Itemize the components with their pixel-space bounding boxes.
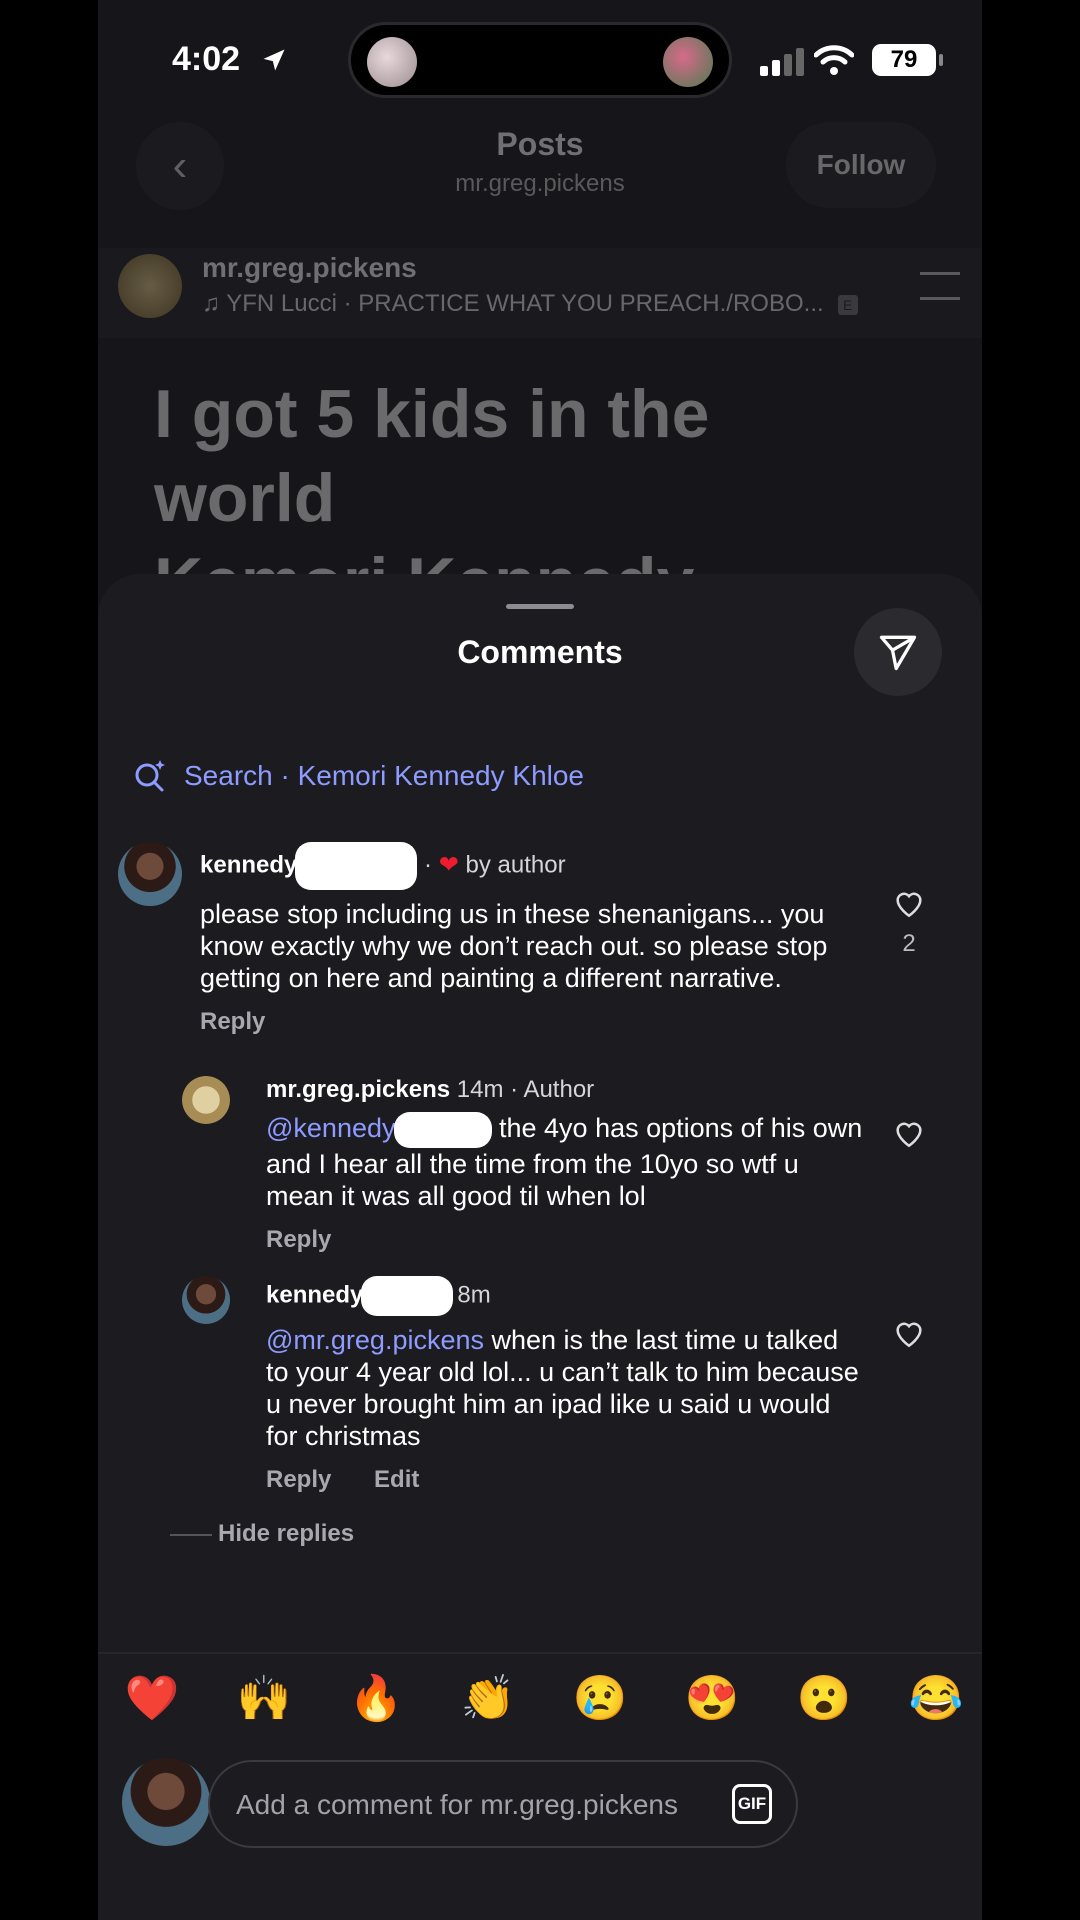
reaction-heart[interactable]: ❤️	[122, 1672, 182, 1724]
commenter-avatar[interactable]	[118, 842, 182, 906]
comments-sheet: Comments Search · Kemori Kennedy Khloe k…	[98, 574, 982, 1920]
reaction-crying[interactable]: 😢	[570, 1672, 630, 1724]
comment-time: 8m	[457, 1281, 491, 1309]
comment-search-link[interactable]: Search · Kemori Kennedy Khloe	[132, 758, 584, 794]
send-icon	[879, 635, 917, 671]
search-query: · Kemori Kennedy Khloe	[280, 760, 585, 791]
comment-time: 14m	[456, 1076, 504, 1103]
post-author-username[interactable]: mr.greg.pickens	[202, 252, 417, 284]
comment-username[interactable]: mr.greg.pickens	[266, 1076, 450, 1103]
comment-text: @kennedy the 4yo has options of his own …	[266, 1112, 866, 1212]
gif-button[interactable]: GIF	[732, 1784, 772, 1824]
like-count: 2	[902, 930, 916, 957]
explicit-badge: E	[837, 294, 858, 315]
reaction-surprised[interactable]: 😮	[794, 1672, 854, 1724]
comment-composer: GIF	[208, 1760, 798, 1848]
comment-username[interactable]: kennedy	[266, 1281, 363, 1308]
post-text-line: world	[154, 460, 336, 536]
composer-avatar	[122, 1758, 210, 1846]
liked-by-author-label: by author	[465, 851, 566, 879]
hide-replies-button[interactable]: Hide replies	[218, 1520, 354, 1548]
comment-actions: Reply	[200, 1008, 860, 1036]
comment-text: @mr.greg.pickens when is the last time u…	[266, 1324, 866, 1452]
menu-icon[interactable]	[920, 272, 960, 300]
comment-header: kennedy 8m	[266, 1276, 866, 1316]
reaction-heart-eyes[interactable]: 😍	[682, 1672, 742, 1724]
heart-filled-icon: ❤	[438, 851, 459, 879]
search-label: Search	[184, 760, 273, 791]
divider	[98, 1652, 982, 1654]
share-button[interactable]	[854, 608, 942, 696]
like-heart-icon[interactable]	[892, 1116, 926, 1150]
mention-link[interactable]: @mr.greg.pickens	[266, 1325, 484, 1355]
sparkle-search-icon	[135, 760, 165, 792]
music-note-icon: ♫	[202, 290, 227, 317]
commenter-avatar[interactable]	[182, 1076, 230, 1124]
post-text-line: I got 5 kids in the	[154, 376, 710, 452]
comment-header: kennedy · ❤ by author	[200, 842, 860, 890]
hide-replies-line	[170, 1534, 212, 1536]
like-heart-icon[interactable]	[892, 1316, 926, 1350]
reaction-bar: ❤️ 🙌 🔥 👏 😢 😍 😮 😂	[122, 1672, 966, 1724]
comment-actions: Reply	[266, 1226, 866, 1254]
edit-button[interactable]: Edit	[374, 1466, 419, 1493]
post-music-label: YFN Lucci · PRACTICE WHAT YOU PREACH./RO…	[226, 290, 824, 317]
comment-header: mr.greg.pickens 14m · Author	[266, 1076, 866, 1104]
post-page-background: ‹ Posts mr.greg.pickens Follow mr.greg.p…	[98, 0, 982, 620]
reply-button[interactable]: Reply	[200, 1008, 265, 1035]
comment-actions: Reply Edit	[266, 1466, 866, 1494]
reaction-raised-hands[interactable]: 🙌	[234, 1672, 294, 1724]
sheet-drag-handle[interactable]	[506, 604, 574, 609]
post-music-row[interactable]: ♫ YFN Lucci · PRACTICE WHAT YOU PREACH./…	[202, 290, 858, 318]
comment-text: please stop including us in these shenan…	[200, 899, 828, 993]
commenter-avatar[interactable]	[182, 1276, 230, 1324]
redaction-mark	[295, 842, 418, 890]
reaction-fire[interactable]: 🔥	[346, 1672, 406, 1724]
phone-screen: 4:02 79 ‹ Posts mr.greg.pickens Follow m…	[98, 0, 982, 1920]
redaction-mark	[393, 1112, 492, 1148]
redaction-mark	[361, 1276, 454, 1316]
comment-username[interactable]: kennedy	[200, 851, 297, 878]
comment-input[interactable]	[234, 1762, 718, 1848]
reaction-clap[interactable]: 👏	[458, 1672, 518, 1724]
reply-button[interactable]: Reply	[266, 1466, 331, 1493]
post-header: mr.greg.pickens ♫ YFN Lucci · PRACTICE W…	[98, 248, 982, 338]
reply-button[interactable]: Reply	[266, 1226, 331, 1253]
comments-title: Comments	[457, 634, 623, 670]
reaction-laughing[interactable]: 😂	[906, 1672, 966, 1724]
mention-link[interactable]: @kennedy	[266, 1113, 396, 1143]
like-heart-icon[interactable]	[892, 886, 926, 920]
post-author-avatar[interactable]	[118, 254, 182, 318]
meta-separator: ·	[424, 851, 433, 879]
follow-button[interactable]: Follow	[786, 122, 936, 208]
author-label: · Author	[510, 1076, 595, 1103]
